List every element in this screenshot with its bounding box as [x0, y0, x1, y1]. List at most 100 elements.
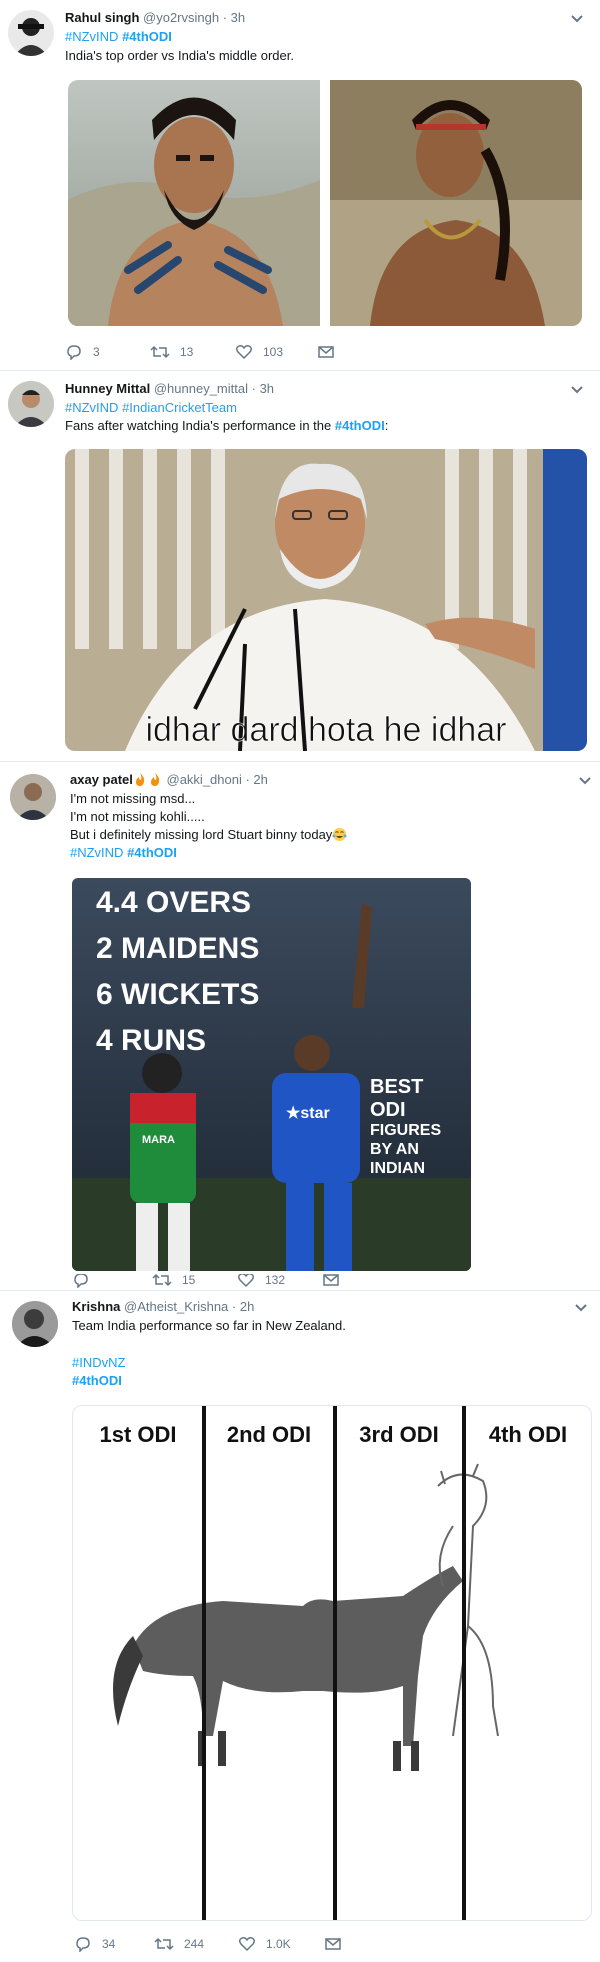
svg-text:MARA: MARA [142, 1134, 175, 1146]
image-side-text: FIGURES [370, 1122, 441, 1139]
envelope-icon [318, 346, 334, 358]
tweet-actions: 3 13 103 [65, 342, 365, 362]
image-side-text: INDIAN [370, 1160, 425, 1177]
image-side-text: ODI [370, 1099, 406, 1121]
image-stat: 4 RUNS [96, 1024, 206, 1057]
tweet-text: Fans after watching India's performance … [65, 418, 389, 433]
reply-icon [76, 1937, 90, 1952]
user-handle[interactable]: @yo2rvsingh [143, 10, 219, 25]
tweet-4: Krishna @Atheist_Krishna · 2h Team India… [0, 1291, 600, 1962]
hashtag-link[interactable]: #NZvIND [65, 400, 118, 415]
reply-icon [74, 1274, 88, 1288]
retweet-icon [152, 1274, 172, 1287]
envelope-icon [323, 1274, 339, 1286]
like-count: 132 [265, 1274, 286, 1287]
avatar[interactable] [8, 381, 54, 427]
hashtag-link[interactable]: #4thODI [122, 29, 172, 44]
tweet-text: Team India performance so far in New Zea… [72, 1318, 346, 1333]
image-side-text: BY AN [370, 1141, 419, 1158]
tweet-actions: 15 132 [72, 1274, 372, 1288]
heart-icon [235, 345, 253, 360]
reply-icon [67, 345, 81, 360]
tweet-text: I'm not missing kohli..... [70, 809, 205, 824]
panel-label: 1st ODI [99, 1422, 176, 1447]
hashtag-link[interactable]: #IndianCricketTeam [122, 400, 237, 415]
tweet-text: I'm not missing msd... [70, 791, 196, 806]
user-handle[interactable]: @Atheist_Krishna [124, 1299, 228, 1314]
user-handle[interactable]: @hunney_mittal [154, 381, 248, 396]
tweet-image-left[interactable] [68, 80, 320, 326]
timestamp[interactable]: · 3h [223, 10, 245, 25]
tweet-header: Krishna @Atheist_Krishna · 2h [72, 1299, 254, 1314]
chevron-down-icon[interactable] [578, 776, 592, 786]
retweet-button[interactable]: 244 [154, 1934, 204, 1954]
image-stat: 6 WICKETS [96, 978, 259, 1011]
tweet-1: Rahul singh @yo2rvsingh · 3h #NZvIND #4t… [0, 0, 600, 370]
avatar[interactable] [12, 1301, 58, 1347]
fire-icon [135, 773, 145, 786]
timestamp[interactable]: · 2h [245, 772, 267, 787]
avatar[interactable] [8, 10, 54, 56]
panel-label: 2nd ODI [227, 1422, 311, 1447]
user-name[interactable]: Krishna [72, 1299, 120, 1314]
tweet-header: Rahul singh @yo2rvsingh · 3h [65, 10, 245, 25]
dm-button[interactable] [317, 342, 345, 362]
tweet-3: axay patel @akki_dhoni · 2h I'm not miss… [0, 762, 600, 1290]
panel-label: 4th ODI [489, 1422, 567, 1447]
timestamp[interactable]: · 3h [252, 381, 274, 396]
reply-count: 34 [102, 1937, 116, 1951]
retweet-icon [150, 345, 170, 359]
retweet-count: 244 [184, 1937, 205, 1951]
user-name[interactable]: axay patel [70, 772, 133, 787]
dm-button[interactable] [324, 1934, 352, 1954]
dm-button[interactable] [322, 1274, 350, 1288]
image-side-text: BEST [370, 1076, 423, 1098]
retweet-button[interactable]: 15 [152, 1274, 195, 1288]
hashtag-link[interactable]: #4thODI [127, 845, 177, 860]
retweet-count: 13 [180, 345, 194, 359]
tweet-text: India's top order vs India's middle orde… [65, 48, 294, 63]
tweet-header: axay patel @akki_dhoni · 2h [70, 772, 268, 787]
tweet-actions: 34 244 1.0K [74, 1934, 374, 1954]
panel-label: 3rd ODI [359, 1422, 438, 1447]
tweet-image[interactable]: idhar dard hota he idhar [65, 449, 587, 751]
tweet-header: Hunney Mittal @hunney_mittal · 3h [65, 381, 274, 396]
like-button[interactable]: 103 [235, 342, 283, 362]
tweet-image[interactable]: 4.4 OVERS 2 MAIDENS 6 WICKETS 4 RUNS MAR… [72, 878, 471, 1271]
image-stat: 2 MAIDENS [96, 932, 259, 965]
heart-icon [238, 1937, 256, 1952]
like-button[interactable]: 132 [237, 1274, 285, 1288]
user-name[interactable]: Hunney Mittal [65, 381, 150, 396]
hashtag-link[interactable]: #4thODI [72, 1373, 122, 1388]
envelope-icon [325, 1938, 341, 1950]
avatar[interactable] [10, 774, 56, 820]
chevron-down-icon[interactable] [570, 385, 584, 395]
user-name[interactable]: Rahul singh [65, 10, 139, 25]
like-button[interactable]: 1.0K [238, 1934, 291, 1954]
hashtag-link[interactable]: #4thODI [335, 418, 385, 433]
retweet-button[interactable]: 13 [150, 342, 193, 362]
reply-count: 3 [93, 345, 100, 359]
timestamp[interactable]: · 2h [232, 1299, 254, 1314]
fire-icon [150, 773, 160, 786]
tears-of-joy-icon [332, 828, 347, 841]
hashtag-link[interactable]: #NZvIND [70, 845, 123, 860]
chevron-down-icon[interactable] [574, 1303, 588, 1313]
retweet-icon [154, 1937, 174, 1951]
retweet-count: 15 [182, 1274, 196, 1287]
reply-button[interactable] [72, 1274, 100, 1288]
user-handle[interactable]: @akki_dhoni [167, 772, 242, 787]
tweet-image[interactable]: 1st ODI 2nd ODI 3rd ODI 4th ODI [72, 1405, 592, 1921]
reply-button[interactable]: 34 [74, 1934, 115, 1954]
hashtag-link[interactable]: #NZvIND [65, 29, 118, 44]
tweet-image-right[interactable] [330, 80, 582, 326]
chevron-down-icon[interactable] [570, 14, 584, 24]
hashtag-link[interactable]: #INDvNZ [72, 1355, 125, 1370]
reply-button[interactable]: 3 [65, 342, 100, 362]
like-count: 1.0K [266, 1937, 291, 1951]
tweet-text: But i definitely missing lord Stuart bin… [70, 826, 347, 844]
image-stat: 4.4 OVERS [96, 886, 251, 919]
tweet-2: Hunney Mittal @hunney_mittal · 3h #NZvIN… [0, 371, 600, 761]
image-caption: idhar dard hota he idhar [145, 711, 506, 749]
jersey-logo: ★star [286, 1105, 330, 1122]
